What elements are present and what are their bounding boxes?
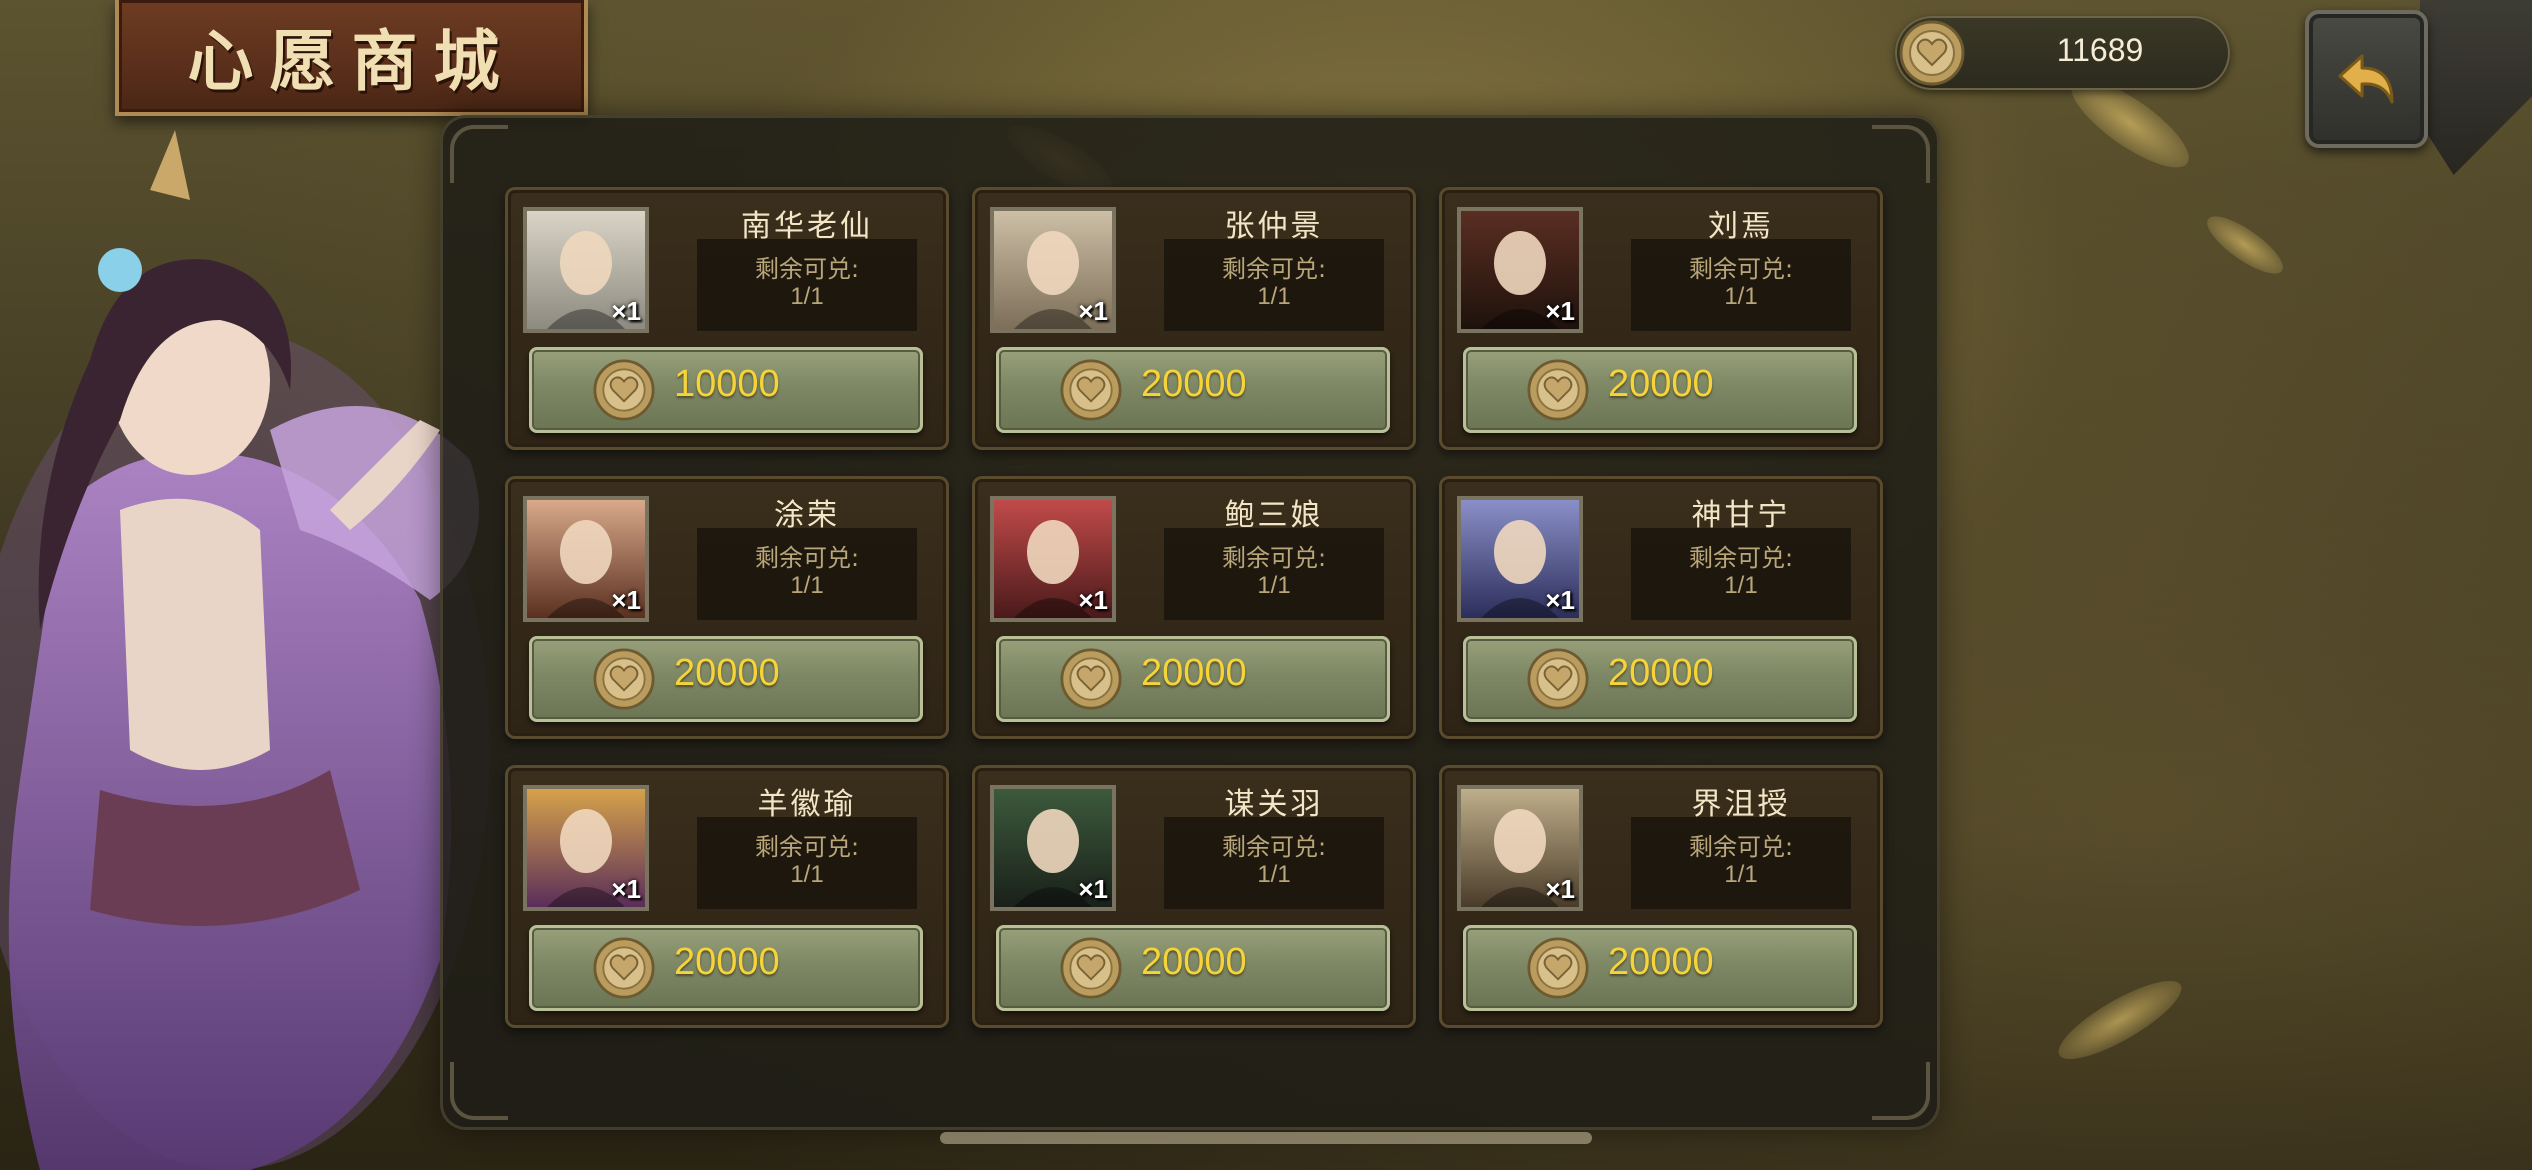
back-button[interactable] <box>2305 10 2428 148</box>
item-price: 20000 <box>1141 363 1247 405</box>
remaining-label: 剩余可兑: <box>1688 833 1794 861</box>
item-quantity: ×1 <box>611 585 641 615</box>
item-quantity: ×1 <box>611 296 641 326</box>
hero-name: 刘焉 <box>1708 209 1774 244</box>
item-price: 20000 <box>674 941 780 983</box>
remaining-label: 剩余可兑: <box>754 544 860 572</box>
panel-corner-ornament <box>1872 1062 1930 1120</box>
shop-item-card: ×1 鲍三娘 剩余可兑: 1/1 20000 <box>972 476 1416 739</box>
heart-coin-icon <box>593 648 655 710</box>
hero-name: 羊徽瑜 <box>757 787 857 822</box>
remaining-count: 1/1 <box>790 861 824 888</box>
exchange-button[interactable]: 20000 <box>1463 636 1857 722</box>
heart-coin-icon <box>1060 648 1122 710</box>
shop-item-card: ×1 南华老仙 剩余可兑: 1/1 10000 <box>505 187 949 450</box>
heart-coin-icon <box>593 937 655 999</box>
remaining-count: 1/1 <box>1724 572 1758 599</box>
shop-item-card: ×1 涂荣 剩余可兑: 1/1 20000 <box>505 476 949 739</box>
hero-portrait[interactable]: ×1 <box>1457 496 1583 622</box>
light-streak <box>2049 967 2191 1073</box>
heart-coin-icon <box>1899 20 1965 86</box>
item-quantity: ×1 <box>1078 296 1108 326</box>
item-quantity: ×1 <box>1078 874 1108 904</box>
back-button-frame <box>2420 0 2532 175</box>
remaining-count: 1/1 <box>1724 283 1758 310</box>
exchange-button[interactable]: 20000 <box>996 925 1390 1011</box>
remaining-label: 剩余可兑: <box>1688 544 1794 572</box>
exchange-button[interactable]: 20000 <box>996 347 1390 433</box>
page-title: 心愿商城 <box>187 22 516 100</box>
remaining-label: 剩余可兑: <box>1221 255 1327 283</box>
item-quantity: ×1 <box>1545 585 1575 615</box>
item-price: 20000 <box>1141 652 1247 694</box>
panel-corner-ornament <box>450 125 508 183</box>
shop-item-card: ×1 界沮授 剩余可兑: 1/1 20000 <box>1439 765 1883 1028</box>
remaining-count: 1/1 <box>1257 861 1291 888</box>
hero-name: 南华老仙 <box>741 209 873 244</box>
hero-name: 张仲景 <box>1224 209 1324 244</box>
hero-portrait[interactable]: ×1 <box>523 207 649 333</box>
wish-shop-screen: 心愿商城 11689 ×1 南华老仙 剩余可兑: 1/1 10000 ×1 张仲… <box>0 0 2532 1170</box>
item-price: 20000 <box>1608 652 1714 694</box>
exchange-button[interactable]: 10000 <box>529 347 923 433</box>
remaining-count: 1/1 <box>1257 572 1291 599</box>
hero-name: 涂荣 <box>774 498 840 533</box>
shop-item-card: ×1 张仲景 剩余可兑: 1/1 20000 <box>972 187 1416 450</box>
hero-portrait[interactable]: ×1 <box>1457 207 1583 333</box>
remaining-count: 1/1 <box>790 572 824 599</box>
item-quantity: ×1 <box>1545 874 1575 904</box>
remaining-label: 剩余可兑: <box>754 255 860 283</box>
hero-portrait[interactable]: ×1 <box>1457 785 1583 911</box>
remaining-label: 剩余可兑: <box>1221 544 1327 572</box>
item-price: 20000 <box>1608 363 1714 405</box>
item-quantity: ×1 <box>1078 585 1108 615</box>
hero-name: 神甘宁 <box>1691 498 1791 533</box>
remaining-count: 1/1 <box>1257 283 1291 310</box>
exchange-button[interactable]: 20000 <box>996 636 1390 722</box>
remaining-label: 剩余可兑: <box>1221 833 1327 861</box>
exchange-button[interactable]: 20000 <box>1463 347 1857 433</box>
hero-portrait[interactable]: ×1 <box>523 496 649 622</box>
currency-counter: 11689 <box>1895 16 2230 90</box>
item-price: 20000 <box>1141 941 1247 983</box>
item-quantity: ×1 <box>611 874 641 904</box>
remaining-count: 1/1 <box>1724 861 1758 888</box>
panel-corner-ornament <box>1872 125 1930 183</box>
heart-coin-icon <box>1527 937 1589 999</box>
item-quantity: ×1 <box>1545 296 1575 326</box>
exchange-button[interactable]: 20000 <box>529 925 923 1011</box>
currency-balance: 11689 <box>2056 32 2144 68</box>
heart-coin-icon <box>593 359 655 421</box>
heart-coin-icon <box>1527 648 1589 710</box>
hero-name: 鲍三娘 <box>1224 498 1324 533</box>
item-price: 20000 <box>674 652 780 694</box>
hero-portrait[interactable]: ×1 <box>990 496 1116 622</box>
shop-item-card: ×1 谋关羽 剩余可兑: 1/1 20000 <box>972 765 1416 1028</box>
shop-item-card: ×1 羊徽瑜 剩余可兑: 1/1 20000 <box>505 765 949 1028</box>
heart-coin-icon <box>1060 359 1122 421</box>
exchange-button[interactable]: 20000 <box>1463 925 1857 1011</box>
item-price: 20000 <box>1608 941 1714 983</box>
shop-item-card: ×1 刘焉 剩余可兑: 1/1 20000 <box>1439 187 1883 450</box>
remaining-label: 剩余可兑: <box>754 833 860 861</box>
heart-coin-icon <box>1060 937 1122 999</box>
home-indicator <box>940 1132 1592 1144</box>
shop-item-card: ×1 神甘宁 剩余可兑: 1/1 20000 <box>1439 476 1883 739</box>
item-price: 10000 <box>674 363 780 405</box>
back-arrow-icon <box>2338 54 2393 104</box>
light-streak <box>2199 206 2291 284</box>
remaining-label: 剩余可兑: <box>1688 255 1794 283</box>
heart-coin-icon <box>1527 359 1589 421</box>
title-banner: 心愿商城 <box>115 0 588 116</box>
hero-portrait[interactable]: ×1 <box>990 785 1116 911</box>
hero-portrait[interactable]: ×1 <box>523 785 649 911</box>
panel-corner-ornament <box>450 1062 508 1120</box>
hero-portrait[interactable]: ×1 <box>990 207 1116 333</box>
hero-name: 界沮授 <box>1691 787 1791 822</box>
exchange-button[interactable]: 20000 <box>529 636 923 722</box>
remaining-count: 1/1 <box>790 283 824 310</box>
hero-name: 谋关羽 <box>1224 787 1324 822</box>
